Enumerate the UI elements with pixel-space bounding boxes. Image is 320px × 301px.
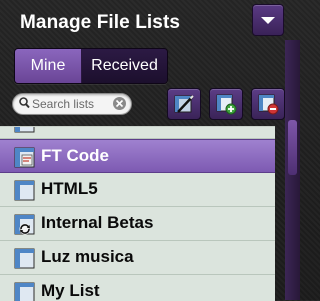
list-edit-icon — [174, 95, 194, 113]
list-add-icon — [216, 94, 237, 115]
list-item-label: Internal Betas — [41, 213, 154, 232]
list-item-selected[interactable]: FT Code — [0, 139, 275, 173]
close-icon — [115, 99, 124, 108]
edit-list-button[interactable] — [167, 88, 201, 120]
list-sync-icon — [14, 214, 35, 235]
list-item-label: HTML5 — [41, 179, 98, 198]
side-scroll-handle[interactable] — [288, 120, 297, 175]
list-remove-icon — [258, 94, 279, 115]
list-item[interactable]: Luz musica — [0, 241, 275, 275]
list-doc-icon — [14, 282, 35, 301]
tab-mine[interactable]: Mine — [15, 49, 82, 83]
remove-list-button[interactable] — [251, 88, 285, 120]
list-doc-icon — [14, 180, 35, 201]
clear-search-button[interactable] — [113, 97, 126, 110]
list-item-label: FT Code — [41, 146, 109, 165]
list-doc-icon — [14, 127, 35, 133]
tab-received[interactable]: Received — [82, 49, 167, 83]
list-item[interactable]: Internal Betas — [0, 207, 275, 241]
list-item-label: My List — [41, 281, 100, 300]
file-list-panel: FT Code HTML5 Internal Betas Luz musica — [0, 126, 275, 301]
list-item[interactable]: My List — [0, 275, 275, 301]
tab-bar: Mine Received — [14, 48, 168, 84]
search-icon — [19, 97, 30, 109]
side-panel-edge — [285, 40, 300, 300]
list-doc-icon — [14, 248, 35, 269]
page-title: Manage File Lists — [20, 12, 181, 33]
list-item-label: Luz musica — [41, 247, 134, 266]
search-box — [12, 93, 132, 115]
list-item[interactable] — [0, 127, 275, 139]
menu-button[interactable] — [252, 4, 284, 36]
add-list-button[interactable] — [209, 88, 243, 120]
search-input[interactable] — [32, 96, 110, 112]
triangle-down-icon — [261, 17, 275, 24]
list-item[interactable]: HTML5 — [0, 173, 275, 207]
list-doc-icon — [14, 147, 35, 168]
